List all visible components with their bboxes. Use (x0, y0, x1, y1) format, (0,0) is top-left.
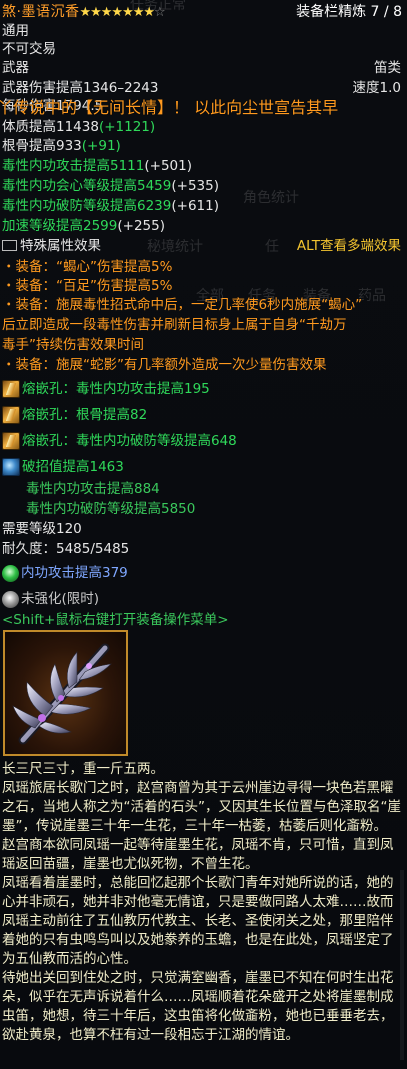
special-effect-3: ・装备：施展毒性招式命中后，一定几率使6秒内施展“蝎心” (2, 297, 363, 313)
refine-level: 装备栏精炼 7 / 8 (296, 4, 402, 20)
socket-1: 熔嵌孔：毒性内功攻击提高195 (2, 380, 210, 398)
grey-orb-icon (2, 590, 19, 608)
enchant-sub-2: 毒性内功破防等级提高5850 (26, 501, 196, 517)
crystal-icon (2, 458, 20, 476)
attr-spirit: 根骨提高933(+91) (2, 138, 121, 154)
weapon-speed: 速度1.0 (352, 80, 401, 96)
special-effect-4: ・装备：施展“蛇影”有几率额外造成一次少量伤害效果 (2, 357, 327, 373)
flute-icon (12, 643, 112, 745)
background-tab-role-stats: 角色统计 (243, 190, 299, 206)
socket-2: 熔嵌孔：根骨提高82 (2, 406, 147, 424)
star-rating: ★★★★★★★☆ (79, 5, 166, 20)
binding-general: 通用 (2, 23, 29, 39)
item-name: 煞·墨语沉香 (2, 4, 80, 20)
special-effect-2: ・装备：“百足”伤害提高5% (2, 278, 173, 294)
socket-3: 熔嵌孔：毒性内功破防等级提高648 (2, 432, 237, 450)
star-filled-icon: ★★★★★★★ (79, 5, 155, 20)
background-tab-partial: 任 (265, 239, 279, 255)
weapon-slot-type: 笛类 (374, 60, 401, 76)
background-filter-potion: 药品 (358, 288, 386, 304)
shift-click-hint: <Shift+鼠标右键打开装备操作菜单> (2, 612, 229, 628)
strengthen-status: 未强化(限时) (2, 590, 99, 608)
broadcast-banner: 丫传说中的【无间长情】！ 以此向尘世宣告其早 (0, 98, 339, 117)
item-title: 煞·墨语沉香★★★★★★★☆ (2, 1, 166, 21)
star-empty-icon: ☆ (154, 5, 166, 20)
lore-paragraph: 凤瑶看着崖墨时，总能回忆起那个长歌门青年对她所说的话，她的心并非顽石，她并非对他… (2, 875, 394, 967)
gem-icon (2, 380, 20, 398)
weapon-damage: 武器伤害提高1346–2243 (2, 80, 159, 96)
alt-hint: ALT查看多端效果 (296, 238, 401, 254)
lore-paragraph: 待她出关回到住处之时，只觉满室幽香，崖墨已不知在何时生出花朵，似乎在无声诉说着什… (2, 970, 394, 1043)
attr-haste: 加速等级提高2599(+255) (2, 218, 165, 234)
lore-paragraph: 赵宫商本欲同凤瑶一起等待崖墨生花，凤瑶不肯，只可惜，直到凤瑶返回苗疆，崖墨也尤似… (2, 837, 394, 872)
item-lore: 长三尺三寸，重一斤五两。 凤瑶旅居长歌门之时，赵宫商曾为其于云州崖边寻得一块色若… (2, 760, 402, 1045)
lore-paragraph: 凤瑶旅居长歌门之时，赵宫商曾为其于云州崖边寻得一块色若黑曜之石，当地人称之为“活… (2, 780, 401, 834)
special-effect-3-cont2: 毒手”持续伤害效果时间 (2, 337, 144, 353)
special-effects-header: 特殊属性效果 (2, 237, 101, 255)
scrollbar[interactable] (400, 870, 404, 1060)
gem-icon (2, 432, 20, 450)
item-type: 武器 (2, 60, 29, 76)
durability: 耐久度：5485/5485 (2, 541, 130, 557)
item-tooltip: 任务正常 角色统计 秘境统计 任 全部 任务 装备 药品 煞·墨语沉香★★★★★… (0, 0, 407, 1069)
tooltip-header: 煞·墨语沉香★★★★★★★☆ 装备栏精炼 7 / 8 (0, 0, 407, 22)
enchant-title: 破招值提高1463 (2, 458, 124, 476)
attr-constitution: 体质提高11438(+1121) (2, 119, 156, 135)
enchant-sub-1: 毒性内功攻击提高884 (26, 481, 160, 497)
required-level: 需要等级120 (2, 521, 82, 537)
inner-attack-bonus: 内功攻击提高379 (2, 564, 128, 582)
lore-paragraph: 长三尺三寸，重一斤五两。 (2, 761, 164, 777)
attr-poison-pierce: 毒性内功破防等级提高6239(+611) (2, 198, 219, 214)
special-effect-1: ・装备：“蝎心”伤害提高5% (2, 259, 173, 275)
attr-poison-attack: 毒性内功攻击提高5111(+501) (2, 158, 192, 174)
background-tab-dungeon-stats: 秘境统计 (147, 239, 203, 255)
attr-poison-crit: 毒性内功会心等级提高5459(+535) (2, 178, 219, 194)
gem-icon (2, 406, 20, 424)
special-effect-3-cont: 后立即造成一段毒性伤害并刷新目标身上属于自身“千劫万 (2, 317, 347, 333)
item-image-flute (3, 630, 128, 756)
monitor-icon (2, 239, 17, 251)
trade-status: 不可交易 (2, 41, 56, 57)
green-orb-icon (2, 564, 19, 582)
